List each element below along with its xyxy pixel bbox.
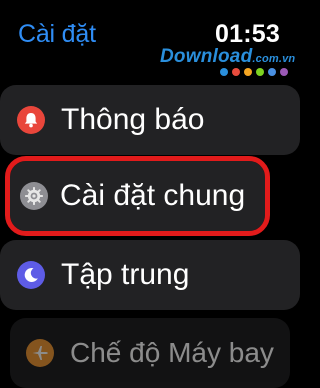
settings-item-general[interactable]: Cài đặt chung (5, 156, 270, 236)
watermark-logo-text: Download (160, 46, 253, 67)
settings-item-focus[interactable]: Tập trung (0, 240, 300, 310)
watermark-dot (244, 68, 252, 76)
settings-item-label: Thông báo (61, 103, 205, 136)
watermark-logo-suffix: .com.vn (252, 53, 296, 65)
watermark-dot (232, 68, 240, 76)
watermark-dot (268, 68, 276, 76)
watermark-dots (220, 68, 288, 76)
settings-item-label: Tập trung (61, 258, 190, 291)
settings-item-airplane-mode[interactable]: Chế độ Máy bay (10, 318, 290, 388)
airplane-icon (26, 339, 54, 367)
gear-icon (20, 182, 48, 210)
settings-item-label: Cài đặt chung (60, 179, 246, 212)
watermark-logo: Download.com.vn (160, 46, 295, 70)
bell-icon (17, 106, 45, 134)
watermark-dot (256, 68, 264, 76)
watermark-dot (280, 68, 288, 76)
settings-item-notifications[interactable]: Thông báo (0, 85, 300, 155)
watermark: Download.com.vn (160, 46, 298, 80)
back-button[interactable]: Cài đặt (18, 18, 96, 50)
moon-icon (17, 261, 45, 289)
watermark-dot (220, 68, 228, 76)
